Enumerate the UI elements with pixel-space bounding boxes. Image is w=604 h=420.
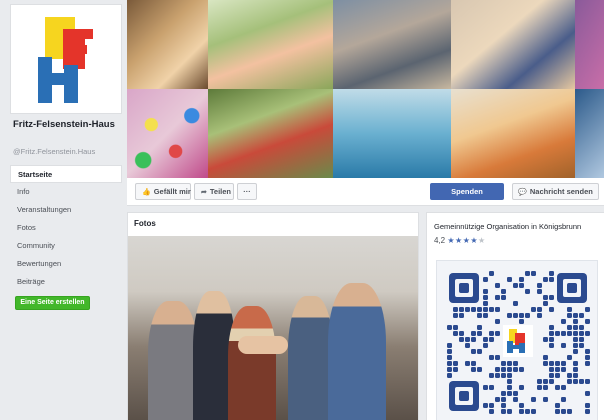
nav-item-bewertungen[interactable]: Bewertungen bbox=[10, 255, 122, 273]
page-category[interactable]: Gemeinnützige Organisation in Königsbrun… bbox=[434, 222, 581, 231]
share-arrow-icon: ➦ bbox=[201, 189, 207, 196]
cover-tile bbox=[575, 89, 604, 178]
about-panel: Gemeinnützige Organisation in Königsbrun… bbox=[426, 212, 604, 420]
messenger-icon: 💬 bbox=[518, 189, 527, 196]
nav-item-startseite[interactable]: Startseite bbox=[10, 165, 122, 183]
share-button[interactable]: ➦ Teilen bbox=[194, 183, 234, 200]
photos-title[interactable]: Fotos bbox=[134, 219, 156, 228]
qr-code-graphic bbox=[447, 271, 590, 414]
person-figure bbox=[228, 306, 276, 420]
like-button[interactable]: 👍 Gefällt mir bbox=[135, 183, 191, 200]
share-label: Teilen bbox=[209, 187, 231, 196]
like-label: Gefällt mir bbox=[153, 187, 191, 196]
star-rating-icon: ★★★★★ bbox=[447, 236, 486, 245]
send-message-label: Nachricht senden bbox=[529, 187, 593, 196]
joined-hands bbox=[238, 336, 288, 354]
send-message-button[interactable]: 💬 Nachricht senden bbox=[512, 183, 599, 200]
cover-tile bbox=[451, 89, 575, 178]
nav-item-beitraege[interactable]: Beiträge bbox=[10, 273, 122, 291]
profile-picture[interactable] bbox=[10, 4, 122, 114]
group-photo[interactable] bbox=[128, 236, 418, 420]
nav-item-fotos[interactable]: Fotos bbox=[10, 219, 122, 237]
cover-tile bbox=[127, 0, 208, 89]
nav-item-info[interactable]: Info bbox=[10, 183, 122, 201]
rating-value: 4,2 bbox=[434, 236, 446, 245]
cover-tile bbox=[451, 0, 575, 89]
page-name[interactable]: Fritz-Felsenstein-Haus bbox=[13, 119, 125, 131]
create-page-button[interactable]: Eine Seite erstellen bbox=[15, 296, 90, 310]
photos-panel: Fotos bbox=[127, 212, 419, 420]
nav-item-community[interactable]: Community bbox=[10, 237, 122, 255]
ffh-logo bbox=[38, 17, 93, 103]
page-handle[interactable]: @Fritz.Felsenstein.Haus bbox=[13, 147, 95, 156]
person-figure bbox=[328, 283, 386, 420]
nav-item-veranstaltungen[interactable]: Veranstaltungen bbox=[10, 201, 122, 219]
person-figure bbox=[148, 301, 198, 420]
cover-tile bbox=[127, 89, 208, 178]
cover-tile bbox=[333, 89, 451, 178]
qr-code bbox=[436, 260, 598, 420]
left-column: Fritz-Felsenstein-Haus @Fritz.Felsenstei… bbox=[0, 0, 126, 420]
cover-tile bbox=[208, 0, 333, 89]
page-nav: Startseite Info Veranstaltungen Fotos Co… bbox=[10, 165, 122, 291]
more-options-button[interactable]: ··· bbox=[237, 183, 257, 200]
thumbs-up-icon: 👍 bbox=[142, 189, 151, 196]
cover-tile bbox=[208, 89, 333, 178]
person-figure bbox=[288, 296, 333, 420]
cover-photo[interactable] bbox=[127, 0, 604, 178]
action-bar: 👍 Gefällt mir ➦ Teilen ··· Spenden 💬 Nachri… bbox=[127, 178, 604, 206]
cover-tile bbox=[333, 0, 451, 89]
cover-tile bbox=[575, 0, 604, 89]
donate-button[interactable]: Spenden bbox=[430, 183, 504, 200]
rating[interactable]: 4,2 ★★★★★ bbox=[434, 236, 486, 245]
